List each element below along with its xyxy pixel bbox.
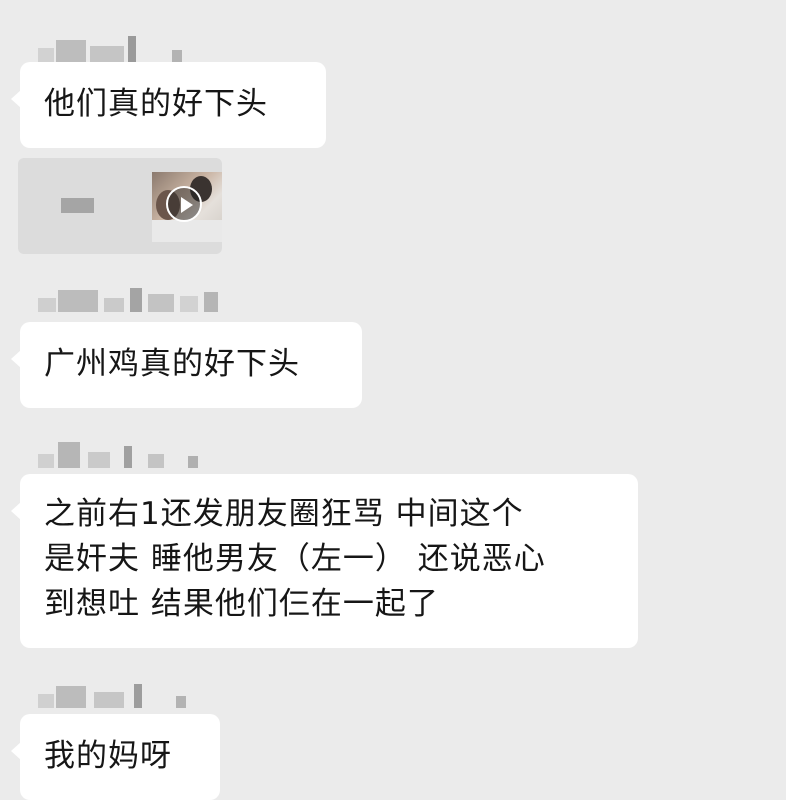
message-text: 广州鸡真的好下头 [44, 346, 300, 382]
blurred-label [61, 198, 94, 213]
message-text: 我的妈呀 [44, 738, 172, 774]
chat-bubble[interactable]: 我的妈呀 [11, 714, 220, 800]
sender-name-blurred [38, 288, 218, 312]
video-thumbnail[interactable] [152, 172, 222, 242]
play-icon[interactable] [166, 186, 202, 222]
sender-name-blurred [38, 442, 198, 468]
sender-name-blurred [38, 684, 186, 708]
message-text: 之前右1还发朋友圈狂骂 中间这个 是奸夫 睡他男友（左一） 还说恶心 到想吐 结… [44, 496, 546, 622]
chat-bubble[interactable]: 广州鸡真的好下头 [11, 322, 362, 408]
chat-bubble[interactable]: 他们真的好下头 [11, 62, 326, 148]
video-message[interactable] [18, 158, 222, 254]
chat-bubble[interactable]: 之前右1还发朋友圈狂骂 中间这个 是奸夫 睡他男友（左一） 还说恶心 到想吐 结… [11, 474, 638, 648]
sender-name-blurred [38, 36, 182, 62]
message-text: 他们真的好下头 [44, 86, 268, 122]
